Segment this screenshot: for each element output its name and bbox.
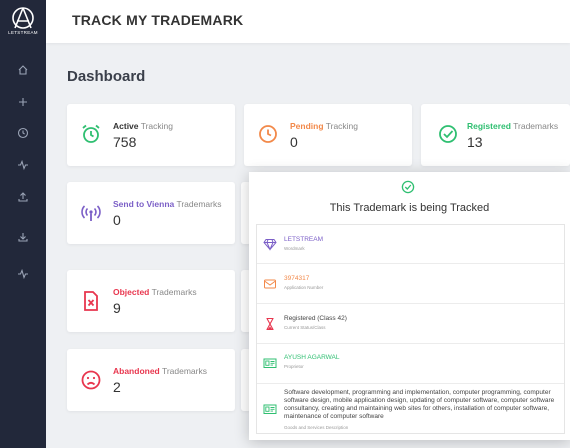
card-registered-trademarks[interactable]: Registered Trademarks 13 xyxy=(421,104,570,166)
app-title: TRACK MY TRADEMARK xyxy=(72,12,244,28)
card-active-tracking[interactable]: Active Tracking 758 xyxy=(67,104,235,166)
card-objected-trademarks[interactable]: Objected Trademarks 9 xyxy=(67,270,235,332)
plus-icon[interactable] xyxy=(15,94,31,110)
top-bar: TRACK MY TRADEMARK xyxy=(46,0,570,43)
broadcast-icon xyxy=(80,202,102,224)
detail-label: Goods and Services Description xyxy=(284,425,349,430)
card-suffix: Trademarks xyxy=(159,366,207,376)
card-value: 0 xyxy=(113,212,121,228)
detail-row-application-number: 3974317 Application Number xyxy=(257,264,564,304)
detail-value: 3974317 xyxy=(284,275,310,282)
detail-value: AYUSH AGARWAL xyxy=(284,354,340,361)
card-suffix: Trademarks xyxy=(174,199,222,209)
detail-row-wordmark: LETSTREAM Wordmark xyxy=(257,225,564,264)
hourglass-icon xyxy=(263,317,277,331)
card-status: Abandoned xyxy=(113,366,160,376)
home-icon[interactable] xyxy=(15,62,31,78)
diamond-icon xyxy=(263,237,277,251)
detail-label: Proprietor xyxy=(284,364,304,369)
detail-value: LETSTREAM xyxy=(284,236,324,243)
alarm-clock-icon xyxy=(80,123,102,145)
logo-text: LETSTREAM xyxy=(8,30,38,35)
envelope-icon xyxy=(263,277,277,291)
clock-icon[interactable] xyxy=(15,125,31,141)
activity-icon[interactable] xyxy=(15,157,31,173)
detail-row-goods-services: Software development, programming and im… xyxy=(257,384,564,434)
file-x-icon xyxy=(80,290,102,312)
sidebar: LETSTREAM xyxy=(0,0,46,448)
trademark-tracked-modal: This Trademark is being Tracked LETSTREA… xyxy=(249,172,570,440)
card-value: 0 xyxy=(290,134,298,150)
card-pending-tracking[interactable]: Pending Tracking 0 xyxy=(244,104,412,166)
activity-icon[interactable] xyxy=(15,266,31,282)
card-abandoned-trademarks[interactable]: Abandoned Trademarks 2 xyxy=(67,349,235,411)
id-card-icon xyxy=(263,356,277,370)
card-status: Objected xyxy=(113,287,150,297)
detail-value: Registered (Class 42) xyxy=(284,315,347,322)
card-status: Registered xyxy=(467,121,511,131)
card-suffix: Tracking xyxy=(138,121,174,131)
detail-label: Application Number xyxy=(284,285,324,290)
card-status: Send to Vienna xyxy=(113,199,175,209)
upload-icon[interactable] xyxy=(15,189,31,205)
detail-value: Software development, programming and im… xyxy=(284,389,555,420)
card-value: 2 xyxy=(113,379,121,395)
clock-icon xyxy=(257,123,279,145)
card-status: Active xyxy=(113,121,139,131)
modal-title: This Trademark is being Tracked xyxy=(329,202,490,214)
card-suffix: Trademarks xyxy=(510,121,559,131)
detail-row-proprietor: AYUSH AGARWAL Proprietor xyxy=(257,344,564,384)
card-value: 9 xyxy=(113,300,121,316)
frown-icon xyxy=(80,369,102,391)
card-suffix: Tracking xyxy=(323,121,359,131)
card-suffix: Trademarks xyxy=(149,287,197,297)
download-icon[interactable] xyxy=(15,229,31,245)
id-card-icon xyxy=(263,402,277,416)
trademark-details: LETSTREAM Wordmark 3974317 Application N… xyxy=(256,224,565,434)
detail-label: Wordmark xyxy=(284,246,305,251)
detail-label: Current Status/Class xyxy=(284,325,326,330)
check-circle-icon xyxy=(437,123,459,145)
card-send-to-vienna[interactable]: Send to Vienna Trademarks 0 xyxy=(67,182,235,244)
card-value: 13 xyxy=(467,134,483,150)
check-circle-icon xyxy=(401,180,415,194)
card-value: 758 xyxy=(113,134,137,150)
detail-row-status-class: Registered (Class 42) Current Status/Cla… xyxy=(257,304,564,344)
card-status: Pending xyxy=(290,121,324,131)
page-title: Dashboard xyxy=(67,68,146,85)
